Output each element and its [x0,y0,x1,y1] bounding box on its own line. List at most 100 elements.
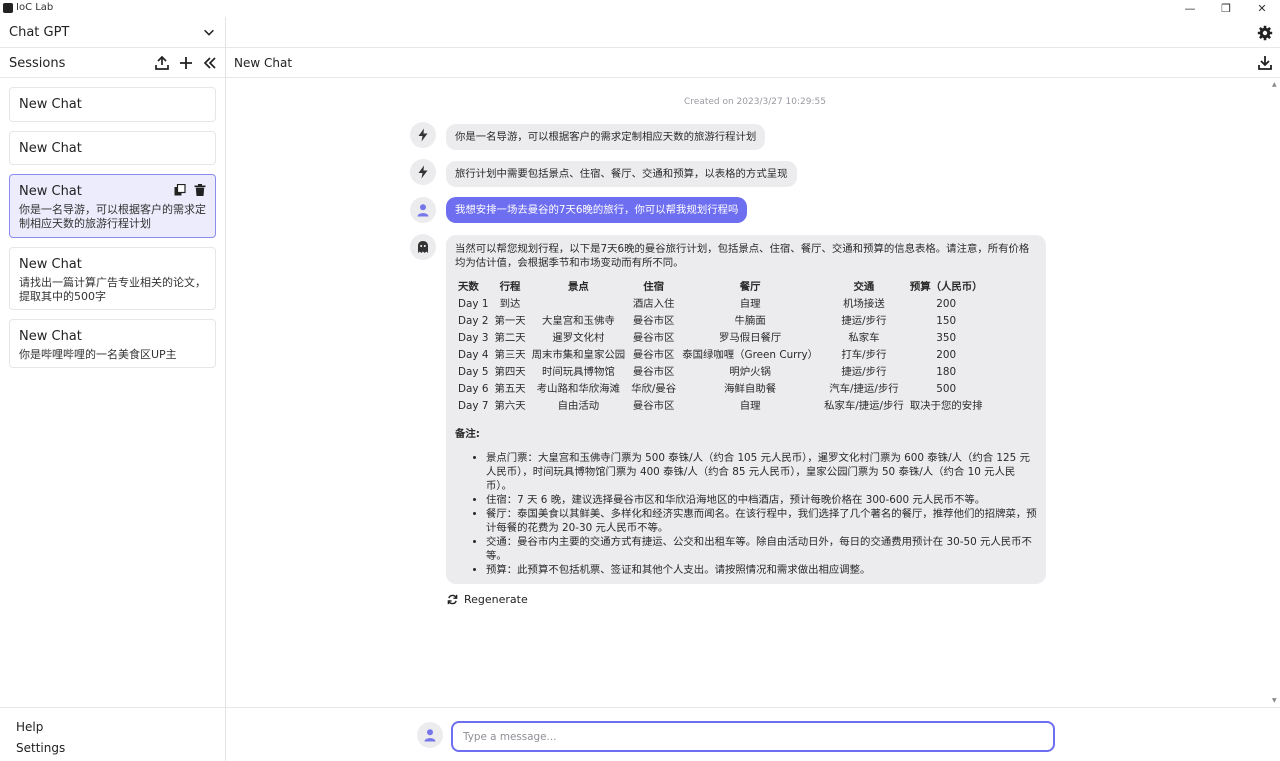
note-item: 预算：此预算不包括机票、签证和其他个人支出。请按照情况和需求做出相应调整。 [486,563,1037,577]
table-cell: 打车/步行 [841,349,887,361]
session-title: New Chat [19,329,82,344]
settings-link[interactable]: Settings [16,741,65,755]
window-titlebar: IoC Lab — ❐ ✕ [0,0,1280,17]
upload-icon[interactable] [154,55,170,71]
trash-icon[interactable] [194,184,206,196]
ghost-icon [418,241,428,253]
table-cell: Day 7 [458,400,489,412]
user-icon [417,204,429,217]
table-cell: 海鲜自助餐 [724,383,777,395]
table-cell: 牛腩面 [734,315,766,327]
table-cell: 350 [936,332,957,344]
itinerary-table: 天数 行程 景点 住宿 餐厅 交通 预算（人民币） Day 1 到达 酒店入住 … [455,280,986,416]
scroll-up-arrow[interactable]: ▲ [1272,81,1277,88]
close-window-button[interactable]: ✕ [1244,0,1280,17]
table-cell: Day 1 [458,298,489,310]
table-header-cell: 住宿 [643,281,665,293]
session-item-active[interactable]: New Chat 你是一名导游，可以根据客户的需求定制相应天数的旅游行程计划 [9,174,216,238]
minimize-button[interactable]: — [1172,0,1208,17]
table-cell: 周末市集和皇家公园 [531,349,626,361]
maximize-button[interactable]: ❐ [1208,0,1244,17]
table-row: Day 5 第四天 时间玩具博物馆 曼谷市区 明炉火锅 捷运/步行 180 [455,365,986,382]
table-row: Day 4 第三天 周末市集和皇家公园 曼谷市区 泰国绿咖喱（Green Cur… [455,348,986,365]
chat-title: New Chat [234,56,293,70]
table-cell: 捷运/步行 [841,315,887,327]
table-row: Day 3 第二天 暹罗文化村 曼谷市区 罗马假日餐厅 私家车 350 [455,331,986,348]
table-cell: 曼谷市区 [632,366,675,378]
created-timestamp: Created on 2023/3/27 10:29:55 [684,97,826,107]
table-cell: 明炉火锅 [729,366,771,378]
table-cell: 200 [936,298,957,310]
table-cell: 第一天 [494,315,526,327]
session-description: 你是哔哩哔哩的一名美食区UP主 [19,348,177,361]
table-cell: 曼谷市区 [632,349,675,361]
lightning-icon [418,128,428,142]
session-description: 请找出一篇计算广告专业相关的论文，提取其中的500字 [19,276,206,303]
table-cell: 考山路和华欣海滩 [536,383,620,395]
top-toolbar [226,17,1280,48]
table-cell: 自由活动 [557,400,600,412]
table-cell: Day 3 [458,332,489,344]
table-header-row: 天数 行程 景点 住宿 餐厅 交通 预算（人民币） [455,280,986,297]
table-cell: 500 [936,383,957,395]
assistant-message: 当然可以帮您规划行程，以下是7天6晚的曼谷旅行计划，包括景点、住宿、餐厅、交通和… [446,235,1046,584]
session-title: New Chat [19,141,82,156]
scroll-down-arrow[interactable]: ▼ [1272,697,1277,704]
message-composer [226,707,1280,761]
model-name: Chat GPT [9,25,70,40]
regenerate-button[interactable]: Regenerate [447,593,528,606]
table-cell: 自理 [739,298,761,310]
session-title: New Chat [19,97,82,112]
table-cell: 自理 [739,400,761,412]
table-header-cell: 预算（人民币） [909,281,983,293]
model-selector[interactable]: Chat GPT [0,17,225,48]
session-item[interactable]: New Chat 请找出一篇计算广告专业相关的论文，提取其中的500字 [9,247,216,310]
table-cell: 曼谷市区 [632,315,675,327]
chat-header: New Chat [226,48,1280,78]
session-item[interactable]: New Chat [9,87,216,122]
session-list: New Chat New Chat New Chat 你是一名导游，可以根据客户… [9,87,216,377]
user-avatar [410,197,436,223]
table-cell: 捷运/步行 [841,366,887,378]
copy-icon[interactable] [174,184,186,196]
table-cell: Day 4 [458,349,489,361]
download-icon[interactable] [1257,55,1273,71]
sidebar: Chat GPT Sessions New Chat New Chat New … [0,17,226,761]
table-header-cell: 景点 [567,281,589,293]
session-item[interactable]: New Chat 你是哔哩哔哩的一名美食区UP主 [9,319,216,368]
table-cell: Day 5 [458,366,489,378]
sidebar-footer: Help Settings [0,707,225,761]
regenerate-label: Regenerate [464,593,528,606]
note-item: 住宿：7 天 6 晚，建议选择曼谷市区和华欣沿海地区的中档酒店，预计每晚价格在 … [486,493,1037,507]
reply-intro: 当然可以帮您规划行程，以下是7天6晚的曼谷旅行计划，包括景点、住宿、餐厅、交通和… [455,243,1030,269]
gear-icon[interactable] [1257,25,1273,41]
session-item[interactable]: New Chat [9,131,216,165]
table-cell: 华欣/曼谷 [631,383,677,395]
help-link[interactable]: Help [16,720,43,734]
user-icon [424,729,436,742]
note-item: 景点门票：大皇宫和玉佛寺门票为 500 泰铢/人（约合 105 元人民币），暹罗… [486,451,1037,493]
table-cell: 第三天 [494,349,526,361]
table-header-cell: 天数 [458,281,479,293]
app-title: IoC Lab [16,2,54,13]
chevron-down-icon[interactable] [202,25,216,39]
session-actions [174,184,206,196]
table-cell: 第六天 [494,400,526,412]
note-item: 交通：曼谷市内主要的交通方式有捷运、公交和出租车等。除自由活动日外，每日的交通费… [486,535,1037,563]
sessions-header: Sessions [0,48,225,78]
notes-title: 备注: [455,428,480,440]
system-avatar [410,122,436,148]
table-header-cell: 餐厅 [739,281,761,293]
message-input[interactable] [451,721,1055,752]
table-cell: 暹罗文化村 [552,332,605,344]
add-session-icon[interactable] [178,55,194,71]
collapse-sidebar-icon[interactable] [202,55,218,71]
table-row: Day 7 第六天 自由活动 曼谷市区 自理 私家车/捷运/步行 取决于您的安排 [455,399,986,416]
table-cell: 机场接送 [843,298,885,310]
system-message: 旅行计划中需要包括景点、住宿、餐厅、交通和预算，以表格的方式呈现 [446,161,797,187]
note-item: 餐厅：泰国美食以其鲜美、多样化和经济实惠而闻名。在该行程中，我们选择了几个著名的… [486,507,1037,535]
table-cell: 酒店入住 [632,298,675,310]
table-cell: Day 6 [458,383,489,395]
table-cell: 第五天 [494,383,526,395]
table-cell: 罗马假日餐厅 [718,332,782,344]
